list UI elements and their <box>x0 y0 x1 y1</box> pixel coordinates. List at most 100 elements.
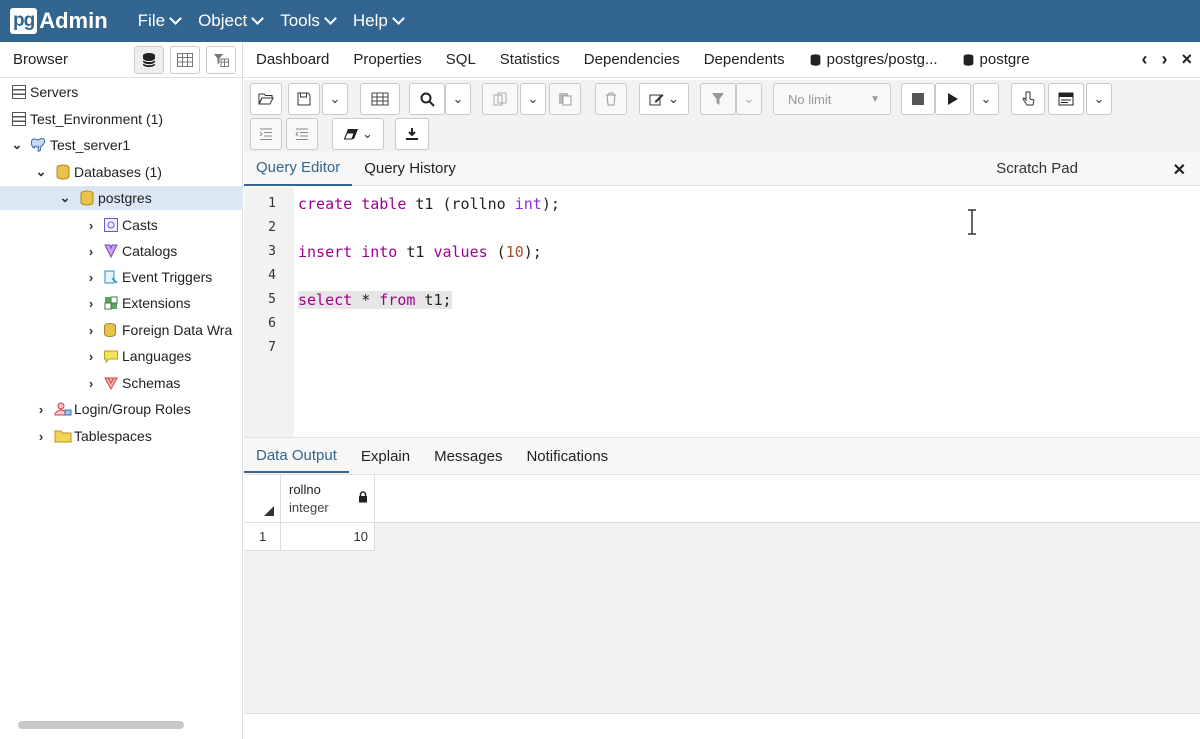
tab-statistics[interactable]: Statistics <box>488 51 572 68</box>
tree-node-login-group-roles[interactable]: › Login/Group Roles <box>34 397 191 421</box>
save-file-button[interactable] <box>288 83 320 115</box>
tree-node-label: Test_server1 <box>50 137 131 153</box>
tree-node-label: Tablespaces <box>74 428 152 444</box>
tree-node-casts[interactable]: › Casts <box>84 213 158 237</box>
tree-node-catalogs[interactable]: › Catalogs <box>84 239 177 263</box>
tree-node-postgres[interactable]: ⌄ postgres <box>0 186 243 210</box>
database-icon <box>142 52 156 67</box>
horizontal-scrollbar[interactable] <box>18 721 184 729</box>
menu-file[interactable]: File <box>138 11 182 31</box>
menu-object[interactable]: Object <box>198 11 265 31</box>
query-tool-button[interactable] <box>134 45 164 74</box>
tab-dashboard[interactable]: Dashboard <box>244 51 341 68</box>
chevron-down-icon: ⌄ <box>452 91 464 106</box>
tree-node-databases[interactable]: ⌄ Databases (1) <box>34 160 162 184</box>
tree-node-label: Casts <box>122 217 158 233</box>
chevron-right-icon[interactable]: › <box>84 296 98 311</box>
chevron-right-icon[interactable]: › <box>84 218 98 233</box>
menu-help[interactable]: Help <box>353 11 405 31</box>
status-bar <box>244 713 1200 739</box>
chevron-right-icon[interactable]: › <box>84 376 98 391</box>
find-button[interactable] <box>409 83 445 115</box>
chevron-down-icon[interactable]: ⌄ <box>58 190 72 206</box>
chevron-right-icon[interactable]: › <box>34 402 48 417</box>
tab-dependencies[interactable]: Dependencies <box>572 51 692 68</box>
tab-messages[interactable]: Messages <box>422 439 514 473</box>
tree-node-servers[interactable]: Servers <box>10 80 78 104</box>
find-dropdown-button[interactable]: ⌄ <box>445 83 471 115</box>
tab-sql[interactable]: SQL <box>434 51 488 68</box>
indent-button[interactable] <box>250 118 282 150</box>
database-icon <box>78 190 96 206</box>
chevron-right-icon[interactable]: › <box>84 244 98 259</box>
filter-button[interactable] <box>700 83 736 115</box>
execute-button[interactable] <box>935 83 971 115</box>
tab-query-tool-2[interactable]: postgre <box>950 51 1042 68</box>
database-icon <box>963 53 973 66</box>
menu-tools[interactable]: Tools <box>280 11 337 31</box>
tree-node-languages[interactable]: › Languages <box>84 344 191 368</box>
copy-button[interactable] <box>482 83 518 115</box>
close-icon[interactable]: × <box>1181 49 1192 70</box>
tree-node-tablespaces[interactable]: › Tablespaces <box>34 424 152 448</box>
open-file-button[interactable] <box>250 83 282 115</box>
macros-dropdown-button[interactable]: ⌄ <box>1086 83 1112 115</box>
table-cell[interactable]: 10 <box>281 523 375 551</box>
tab-dependents[interactable]: Dependents <box>692 51 797 68</box>
tab-properties[interactable]: Properties <box>341 51 433 68</box>
paste-button[interactable] <box>549 83 581 115</box>
tab-query-tool-1[interactable]: postgres/postg... <box>797 51 950 68</box>
tree-node-foreign-data-wrappers[interactable]: › Foreign Data Wra <box>84 318 232 342</box>
chevron-right-icon[interactable]: › <box>84 270 98 285</box>
line-number: 3 <box>268 244 276 259</box>
tab-query-editor[interactable]: Query Editor <box>244 152 353 186</box>
chevron-right-icon[interactable]: › <box>84 323 98 338</box>
execute-dropdown-button[interactable]: ⌄ <box>973 83 999 115</box>
save-dropdown-button[interactable]: ⌄ <box>322 83 348 115</box>
column-header-rollno[interactable]: rollno integer <box>281 475 375 523</box>
line-number: 7 <box>268 340 276 355</box>
clear-button[interactable]: ⌄ <box>332 118 384 150</box>
macros-button[interactable] <box>1048 83 1084 115</box>
commit-button[interactable] <box>1011 83 1045 115</box>
tree-node-event-triggers[interactable]: › Event Triggers <box>84 265 212 289</box>
tab-explain[interactable]: Explain <box>349 439 422 473</box>
chevron-down-icon[interactable]: ⌄ <box>10 137 24 153</box>
chevron-down-icon: ⌄ <box>980 91 992 106</box>
chevron-down-icon: ⌄ <box>527 91 539 106</box>
chevron-down-icon <box>392 12 405 25</box>
edit-button[interactable]: ⌄ <box>639 83 689 115</box>
row-limit-select[interactable]: No limit ▼ <box>773 83 891 115</box>
row-number[interactable]: 1 <box>244 523 281 551</box>
chevron-right-icon[interactable]: › <box>84 349 98 364</box>
scratch-pad-label[interactable]: Scratch Pad <box>996 160 1078 177</box>
chevron-right-icon[interactable]: › <box>1161 49 1167 70</box>
close-icon[interactable]: ✕ <box>1173 160 1186 180</box>
tab-label: postgres/postg... <box>826 51 938 68</box>
tree-node-test-environment[interactable]: Test_Environment (1) <box>10 107 163 131</box>
tab-notifications[interactable]: Notifications <box>514 439 620 473</box>
pgadmin-logo[interactable]: pg Admin <box>10 6 108 36</box>
delete-button[interactable] <box>595 83 627 115</box>
view-data-button[interactable] <box>170 45 200 74</box>
edit-rows-button[interactable] <box>360 83 400 115</box>
grid-select-all[interactable] <box>244 475 281 523</box>
chevron-down-icon[interactable]: ⌄ <box>34 164 48 180</box>
chevron-down-icon: ⌄ <box>668 91 679 106</box>
tree-node-schemas[interactable]: › Schemas <box>84 371 181 395</box>
unindent-button[interactable] <box>286 118 318 150</box>
download-button[interactable] <box>395 118 429 150</box>
tab-data-output[interactable]: Data Output <box>244 439 349 473</box>
tab-query-history[interactable]: Query History <box>352 152 468 186</box>
tree-node-extensions[interactable]: › Extensions <box>84 291 191 315</box>
chevron-left-icon[interactable]: ‹ <box>1141 49 1147 70</box>
copy-dropdown-button[interactable]: ⌄ <box>520 83 546 115</box>
cancel-query-button[interactable] <box>901 83 935 115</box>
browser-header: Browser <box>0 42 242 78</box>
sql-editor[interactable]: 1 2 3 4 5 6 7 create table t1 (rollno in… <box>244 187 1200 437</box>
filter-dropdown-button[interactable]: ⌄ <box>736 83 762 115</box>
filtered-rows-button[interactable] <box>206 45 236 74</box>
schemas-icon <box>102 375 120 391</box>
tree-node-test-server1[interactable]: ⌄ Test_server1 <box>10 133 131 157</box>
chevron-right-icon[interactable]: › <box>34 429 48 444</box>
